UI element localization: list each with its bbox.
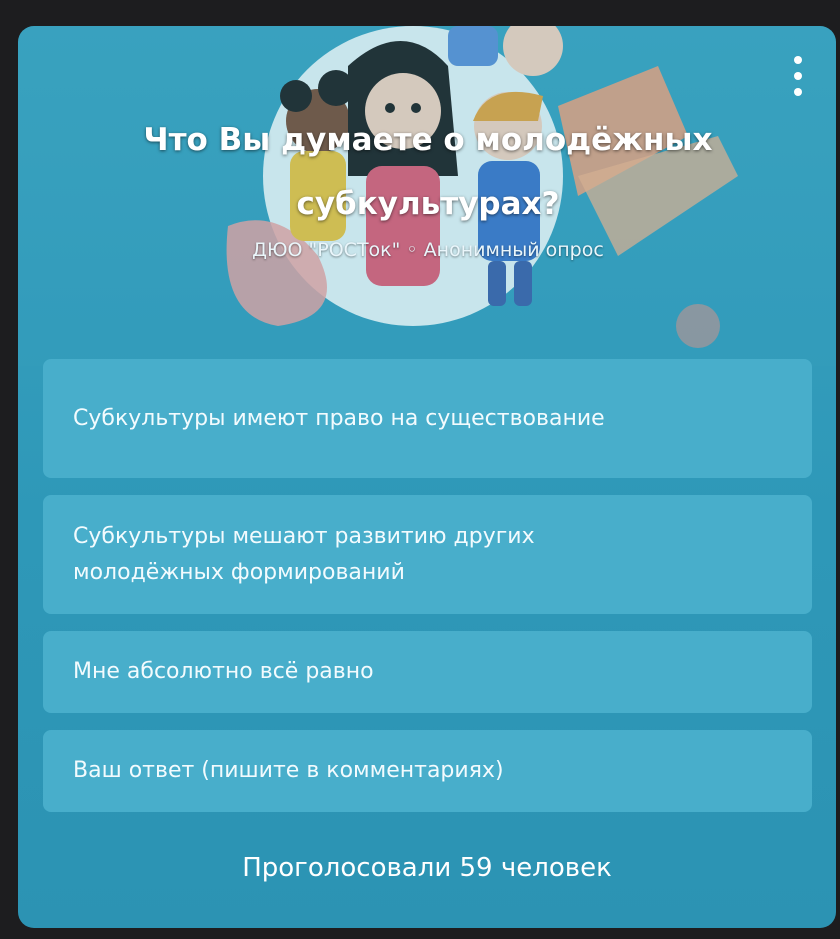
poll-option-label: Мне абсолютно всё равно <box>73 659 374 684</box>
poll-option-4[interactable]: Ваш ответ (пишите в комментариях) <box>43 730 812 812</box>
more-vertical-icon-dot <box>794 88 802 96</box>
poll-menu-button[interactable] <box>788 56 808 96</box>
poll-card: Что Вы думаете о молодёжных субкультурах… <box>18 26 836 928</box>
votes-count: Проголосовали 59 человек <box>242 853 612 883</box>
poll-option-1[interactable]: Субкультуры имеют право на существование <box>43 359 812 478</box>
poll-title: Что Вы думаете о молодёжных субкультурах… <box>143 122 713 222</box>
poll-option-3[interactable]: Мне абсолютно всё равно <box>43 631 812 713</box>
more-vertical-icon <box>794 56 802 64</box>
more-vertical-icon-dot <box>794 72 802 80</box>
poll-option-label: Ваш ответ (пишите в комментариях) <box>73 758 504 783</box>
poll-meta: ДЮО "РОСТок" ◦ Анонимный опрос <box>252 239 604 261</box>
poll-options: Субкультуры имеют право на существование… <box>43 359 812 829</box>
poll-option-2[interactable]: Субкультуры мешают развитию других молод… <box>43 495 812 614</box>
poll-option-label: Субкультуры имеют право на существование <box>73 405 605 431</box>
poll-option-label: Субкультуры мешают развитию других молод… <box>73 523 535 585</box>
